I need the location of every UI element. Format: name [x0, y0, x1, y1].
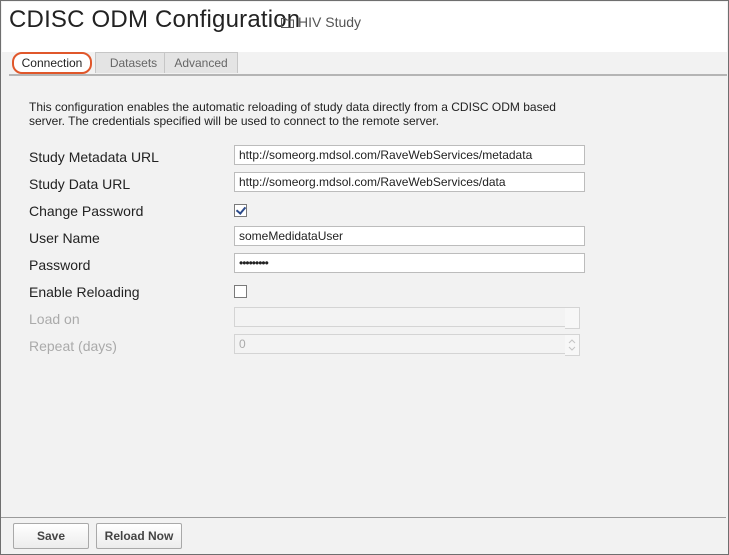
load-on-input[interactable]: [234, 307, 566, 327]
save-button[interactable]: Save: [13, 523, 89, 549]
folder-breadcrumb[interactable]: HIV Study: [281, 14, 361, 30]
user-name-label: User Name: [29, 230, 100, 246]
tab-datasets[interactable]: Datasets: [95, 52, 172, 73]
repeat-days-spinner[interactable]: [565, 334, 580, 356]
data-url-input[interactable]: http://someorg.mdsol.com/RaveWebServices…: [234, 172, 585, 192]
metadata-url-label: Study Metadata URL: [29, 149, 159, 165]
change-password-checkbox[interactable]: [234, 204, 247, 217]
connection-panel: This configuration enables the automatic…: [9, 76, 727, 516]
password-label: Password: [29, 257, 91, 273]
tab-advanced[interactable]: Advanced: [164, 52, 238, 73]
user-name-input[interactable]: someMedidataUser: [234, 226, 585, 246]
folder-icon: [281, 17, 294, 28]
folder-label: HIV Study: [298, 14, 362, 30]
metadata-url-input[interactable]: http://someorg.mdsol.com/RaveWebServices…: [234, 145, 585, 165]
spinner-arrows-icon: [568, 339, 576, 351]
page-title: CDISC ODM Configuration: [9, 6, 301, 33]
load-on-label: Load on: [29, 311, 80, 327]
date-picker-trigger[interactable]: [565, 307, 580, 329]
repeat-days-input[interactable]: 0: [234, 334, 566, 354]
enable-reloading-label: Enable Reloading: [29, 284, 140, 300]
reload-now-button[interactable]: Reload Now: [96, 523, 182, 549]
change-password-label: Change Password: [29, 203, 144, 219]
tab-connection[interactable]: Connection: [12, 52, 92, 74]
password-input[interactable]: •••••••••: [234, 253, 585, 273]
config-description: This configuration enables the automatic…: [29, 100, 556, 128]
data-url-label: Study Data URL: [29, 176, 131, 192]
enable-reloading-checkbox[interactable]: [234, 285, 247, 298]
repeat-days-label: Repeat (days): [29, 338, 117, 354]
page-header: CDISC ODM Configuration HIV Study: [2, 2, 727, 52]
footer-bar: Save Reload Now: [1, 517, 726, 554]
